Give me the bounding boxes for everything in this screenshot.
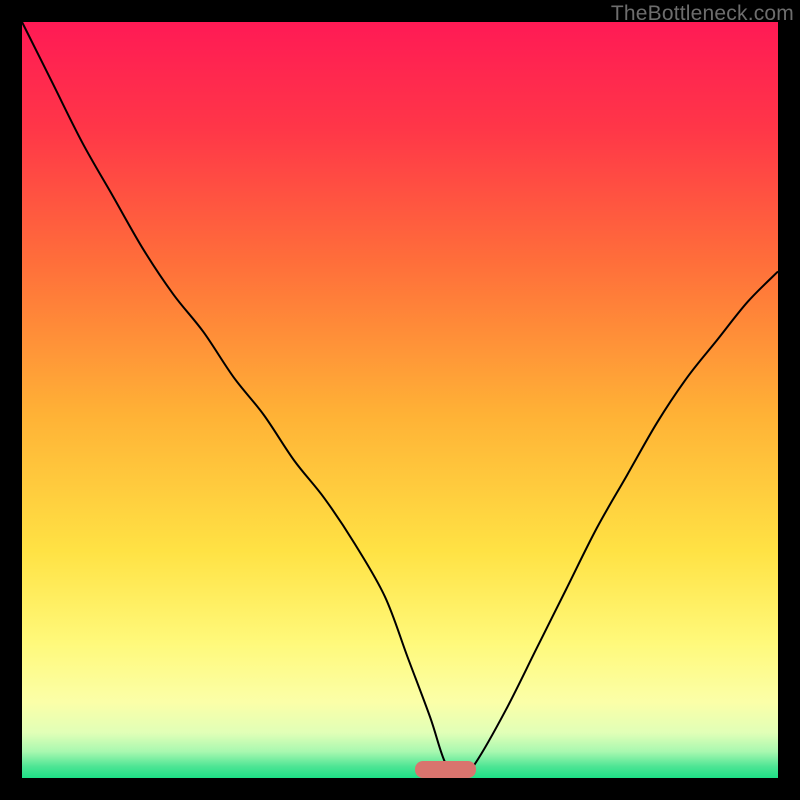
- chart-frame: TheBottleneck.com: [0, 0, 800, 800]
- optimum-marker: [415, 761, 475, 778]
- curve-path: [22, 22, 778, 778]
- watermark-text: TheBottleneck.com: [611, 2, 794, 26]
- bottleneck-curve: [22, 22, 778, 778]
